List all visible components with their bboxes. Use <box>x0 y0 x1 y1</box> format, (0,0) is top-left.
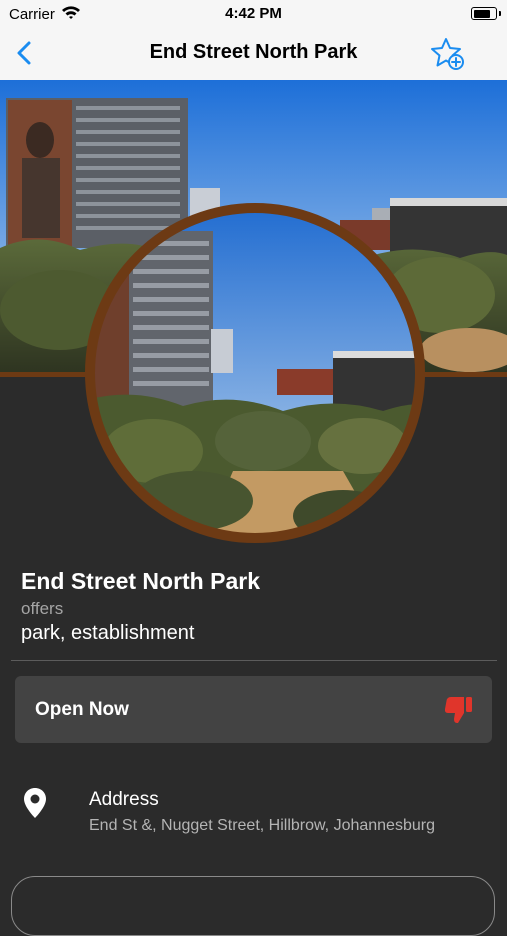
navigation-bar: End Street North Park <box>0 28 507 81</box>
place-name: End Street North Park <box>21 568 260 594</box>
chevron-left-icon <box>17 41 31 65</box>
address-label: Address <box>89 789 159 810</box>
place-types: park, establishment <box>21 622 195 644</box>
open-status-label: Open Now <box>35 699 129 720</box>
offers-label: offers <box>21 599 64 618</box>
divider <box>11 660 497 661</box>
add-favorite-button[interactable] <box>429 35 467 73</box>
address-value[interactable]: End St &, Nugget Street, Hillbrow, Johan… <box>89 817 435 835</box>
location-pin-icon <box>24 788 46 818</box>
status-bar: Carrier 4:42 PM <box>0 0 507 28</box>
clock-time: 4:42 PM <box>225 5 282 22</box>
place-photo <box>83 201 427 545</box>
battery-icon <box>471 7 501 20</box>
star-plus-icon <box>431 38 464 70</box>
page-title: End Street North Park <box>149 41 358 63</box>
open-status-card[interactable]: Open Now <box>15 676 492 743</box>
back-button[interactable] <box>10 38 42 70</box>
thumbs-down-icon <box>444 697 472 723</box>
action-card[interactable] <box>11 876 495 936</box>
